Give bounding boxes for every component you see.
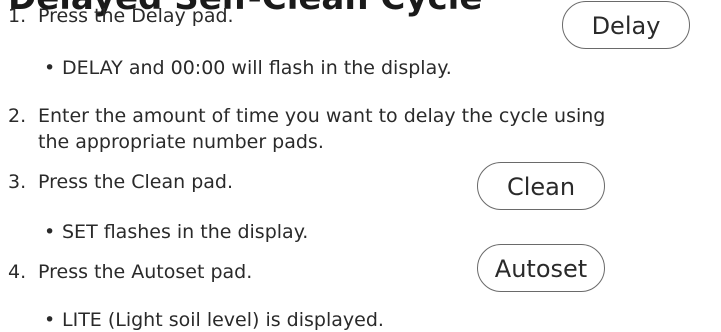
note-text: LITE (Light soil level) is displayed.: [62, 309, 384, 331]
bullet-marker: •: [44, 309, 56, 331]
step-number: 3.: [8, 171, 27, 193]
delay-pad-illustration: Delay: [562, 1, 690, 49]
step-text: Press the Delay pad.: [38, 5, 234, 27]
step-number: 2.: [8, 105, 27, 127]
note-text: SET flashes in the display.: [62, 221, 309, 243]
step-number: 1.: [8, 5, 27, 27]
step-text: Press the Autoset pad.: [38, 261, 253, 283]
bullet-marker: •: [44, 57, 56, 79]
step-text: Press the Clean pad.: [38, 171, 234, 193]
step-text-continued: the appropriate number pads.: [38, 131, 324, 153]
step-number: 4.: [8, 261, 27, 283]
autoset-pad-illustration: Autoset: [477, 244, 605, 292]
step-text: Enter the amount of time you want to del…: [38, 105, 606, 127]
note-text: DELAY and 00:00 will flash in the displa…: [62, 57, 452, 79]
bullet-marker: •: [44, 221, 56, 243]
clean-pad-illustration: Clean: [477, 162, 605, 210]
